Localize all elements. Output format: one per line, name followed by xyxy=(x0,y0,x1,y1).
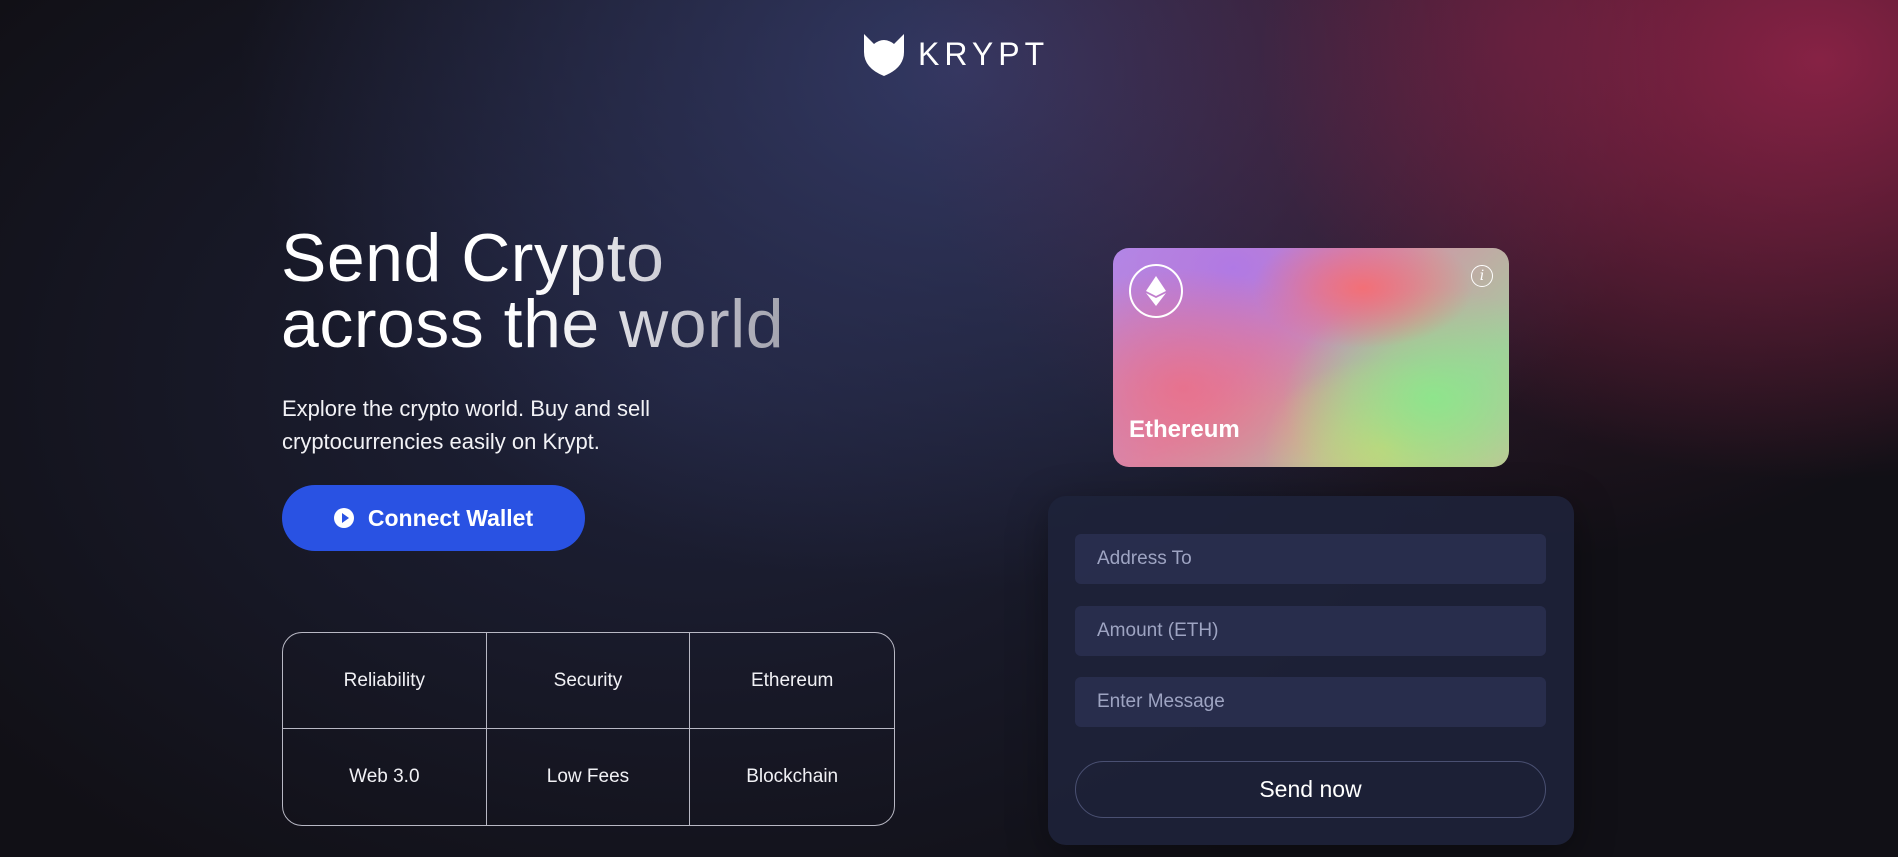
send-now-button[interactable]: Send now xyxy=(1075,761,1546,818)
hero-title-line-2: across the world xyxy=(281,286,785,362)
hero-title-line-1: Send Crypto xyxy=(281,220,665,296)
feature-low-fees: Low Fees xyxy=(487,729,691,825)
feature-ethereum: Ethereum xyxy=(690,633,894,729)
fox-logo-icon xyxy=(864,34,904,76)
ethereum-icon xyxy=(1129,264,1183,318)
ethereum-card: i Ethereum xyxy=(1113,248,1509,467)
card-network-label: Ethereum xyxy=(1129,416,1240,443)
transfer-form: Send now xyxy=(1048,496,1574,845)
feature-web3: Web 3.0 xyxy=(283,729,487,825)
features-grid: Reliability Security Ethereum Web 3.0 Lo… xyxy=(282,632,895,826)
message-input[interactable] xyxy=(1075,677,1546,727)
feature-security: Security xyxy=(486,633,691,729)
feature-reliability: Reliability xyxy=(283,633,487,729)
play-circle-icon xyxy=(333,508,354,528)
brand-name: KRYPT xyxy=(918,35,1050,72)
connect-wallet-label: Connect Wallet xyxy=(367,504,534,531)
connect-wallet-button[interactable]: Connect Wallet xyxy=(282,485,585,551)
address-input[interactable] xyxy=(1075,534,1546,584)
feature-blockchain: Blockchain xyxy=(746,766,839,787)
hero-title: Send Crypto across the world xyxy=(281,225,841,357)
info-icon[interactable]: i xyxy=(1471,265,1493,287)
logo[interactable]: KRYPT xyxy=(860,30,1049,78)
hero-subtitle: Explore the crypto world. Buy and sell c… xyxy=(282,396,651,454)
amount-input[interactable] xyxy=(1075,606,1546,656)
